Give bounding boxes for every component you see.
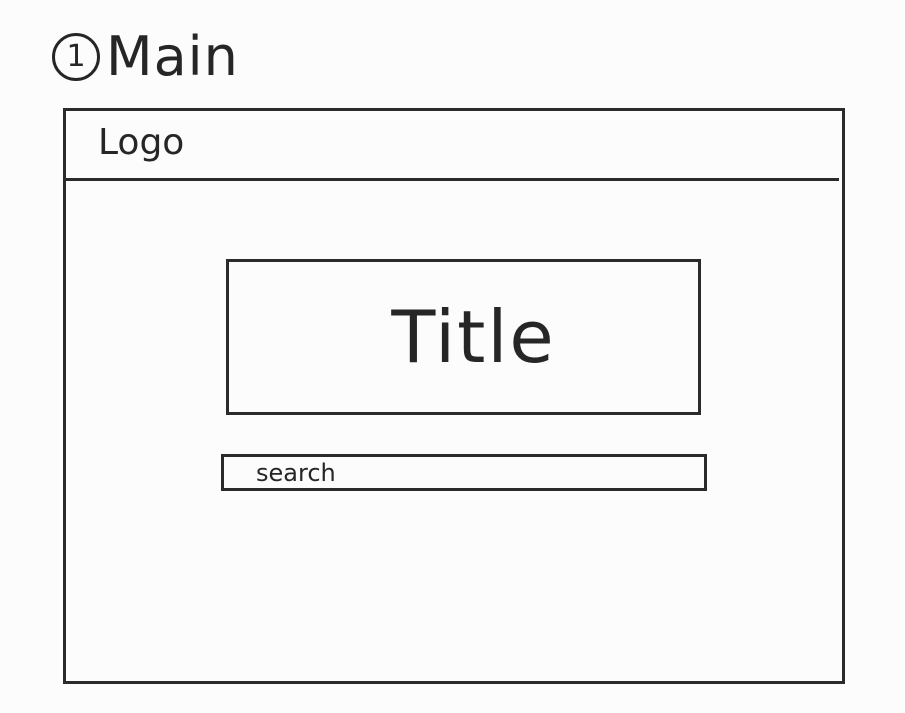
- search-input[interactable]: [221, 454, 707, 491]
- page-number-badge: 1: [52, 33, 100, 81]
- page-title: Title: [391, 295, 556, 379]
- browser-frame: Logo Title: [63, 108, 845, 684]
- header-bar: Logo: [66, 111, 839, 181]
- logo[interactable]: Logo: [98, 125, 184, 161]
- page-name: Main: [106, 25, 239, 88]
- title-box: Title: [226, 259, 701, 415]
- sketch-page-label: 1 Main: [52, 22, 239, 92]
